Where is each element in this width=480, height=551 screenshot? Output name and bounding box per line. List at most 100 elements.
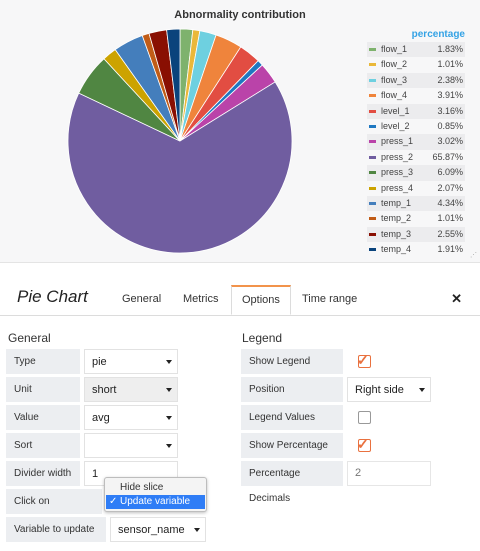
legend-swatch[interactable] <box>369 124 376 128</box>
legend-label: level_2 <box>381 120 410 131</box>
position-label: Position <box>241 377 343 402</box>
pie-chart-panel: Abnormality contribution percentage flow… <box>0 0 480 263</box>
legend-item-press-2[interactable]: press_2 65.87% <box>367 149 465 166</box>
option-update-variable-label: Update variable <box>120 496 191 507</box>
chevron-down-icon <box>194 528 200 532</box>
divider-width-label: Divider width <box>6 461 80 486</box>
unit-row: Unit short <box>6 377 178 402</box>
legend-swatch[interactable] <box>369 171 376 175</box>
legend-item-temp-1[interactable]: temp_1 4.34% <box>367 195 465 212</box>
checkbox-box <box>358 411 371 424</box>
legend-swatch[interactable] <box>369 186 376 190</box>
legend-item-flow-4[interactable]: flow_4 3.91% <box>367 88 465 104</box>
legend-swatch[interactable] <box>369 201 376 205</box>
position-row: Position Right side <box>241 377 431 402</box>
tab-options[interactable]: Options <box>231 285 291 315</box>
unit-value: short <box>92 384 117 396</box>
legend-item-flow-3[interactable]: flow_3 2.38% <box>367 72 465 89</box>
show-legend-label: Show Legend <box>241 349 343 374</box>
legend-value: 1.83% <box>437 44 463 54</box>
show-percentage-row: Show Percentage ✓ <box>241 433 389 458</box>
check-icon: ✓ <box>357 352 369 368</box>
legend-item-temp-3[interactable]: temp_3 2.55% <box>367 226 465 243</box>
editor-title: Pie Chart <box>17 287 88 306</box>
type-select[interactable]: pie <box>84 349 178 374</box>
legend-label: temp_3 <box>381 228 412 239</box>
legend-values-checkbox[interactable] <box>345 405 387 430</box>
legend-item-temp-2[interactable]: temp_2 1.01% <box>367 211 465 227</box>
click-on-pies-label: Click on pies/entries <box>6 489 102 532</box>
checkmark-icon: ✓ <box>109 496 118 507</box>
tab-time-range[interactable]: Time range <box>292 285 367 314</box>
legend-item-press-1[interactable]: press_1 3.02% <box>367 134 465 150</box>
legend-value: 2.07% <box>437 182 463 193</box>
value-label: Value <box>6 405 80 430</box>
legend-value: 2.55% <box>437 228 463 239</box>
value-select[interactable]: avg <box>84 405 178 430</box>
legend-item-press-3[interactable]: press_3 6.09% <box>367 165 465 181</box>
legend-label: flow_4 <box>381 90 408 101</box>
option-hide-slice[interactable]: Hide slice <box>106 481 205 495</box>
legend-header-percentage[interactable]: percentage <box>367 28 465 42</box>
chart-legend: percentage flow_1 1.83% flow_2 1.01% flow_3 2… <box>367 28 465 258</box>
variable-to-update-label: Variable to update <box>6 517 106 542</box>
type-value: pie <box>92 356 107 368</box>
legend-value: 1.01% <box>437 213 463 224</box>
chevron-down-icon <box>166 388 172 392</box>
variable-select[interactable]: sensor_name <box>110 517 206 542</box>
check-icon: ✓ <box>357 436 369 452</box>
resize-handle-icon[interactable]: ⋰ <box>470 252 477 259</box>
value-row: Value avg <box>6 405 178 430</box>
legend-swatch[interactable] <box>369 217 376 221</box>
pie-chart <box>67 28 293 254</box>
legend-item-level-2[interactable]: level_2 0.85% <box>367 118 465 135</box>
legend-swatch[interactable] <box>369 248 376 252</box>
legend-label: temp_2 <box>381 213 412 224</box>
legend-swatch[interactable] <box>369 48 376 51</box>
tab-metrics[interactable]: Metrics <box>173 285 228 314</box>
legend-item-temp-4[interactable]: temp_4 1.91% <box>367 242 465 258</box>
percentage-decimals-input[interactable] <box>347 461 431 486</box>
legend-swatch[interactable] <box>369 63 376 67</box>
legend-label: press_2 <box>381 151 414 162</box>
legend-item-flow-2[interactable]: flow_2 1.01% <box>367 57 465 73</box>
legend-value: 1.01% <box>437 59 463 70</box>
click-action-dropdown[interactable]: Hide slice ✓ Update variable <box>104 477 207 512</box>
sort-select[interactable] <box>84 433 178 458</box>
legend-swatch[interactable] <box>369 94 376 98</box>
close-icon[interactable]: ✕ <box>451 291 462 307</box>
legend-swatch[interactable] <box>369 140 376 144</box>
legend-value: 2.38% <box>437 74 463 85</box>
legend-label: flow_3 <box>381 74 408 85</box>
legend-value: 3.16% <box>437 105 463 116</box>
legend-swatch[interactable] <box>369 232 376 236</box>
legend-label: press_1 <box>381 136 414 147</box>
position-value: Right side <box>355 384 404 396</box>
legend-label: level_1 <box>381 105 410 116</box>
show-percentage-checkbox[interactable]: ✓ <box>345 433 387 458</box>
value-value: avg <box>92 412 110 424</box>
sort-row: Sort <box>6 433 178 458</box>
legend-item-level-1[interactable]: level_1 3.16% <box>367 103 465 119</box>
show-legend-checkbox[interactable]: ✓ <box>345 349 387 374</box>
legend-item-press-4[interactable]: press_4 2.07% <box>367 180 465 196</box>
tab-general[interactable]: General <box>112 285 171 314</box>
editor-header: Pie Chart General Metrics Options Time r… <box>0 279 480 316</box>
legend-label: press_4 <box>381 182 414 193</box>
legend-swatch[interactable] <box>369 155 376 159</box>
legend-swatch[interactable] <box>369 78 376 82</box>
option-update-variable[interactable]: ✓ Update variable <box>106 495 205 509</box>
type-row: Type pie <box>6 349 178 374</box>
legend-values-label: Legend Values <box>241 405 343 430</box>
legend-swatch[interactable] <box>369 109 376 113</box>
percentage-decimals-row: Percentage Decimals <box>241 461 431 504</box>
legend-item-flow-1[interactable]: flow_1 1.83% <box>367 42 465 58</box>
unit-select[interactable]: short <box>84 377 178 402</box>
chevron-down-icon <box>166 360 172 364</box>
position-select[interactable]: Right side <box>347 377 431 402</box>
legend-label: temp_1 <box>381 197 412 208</box>
legend-label: temp_4 <box>381 244 412 255</box>
chevron-down-icon <box>419 388 425 392</box>
variable-value: sensor_name <box>118 524 185 536</box>
show-percentage-label: Show Percentage <box>241 433 343 458</box>
